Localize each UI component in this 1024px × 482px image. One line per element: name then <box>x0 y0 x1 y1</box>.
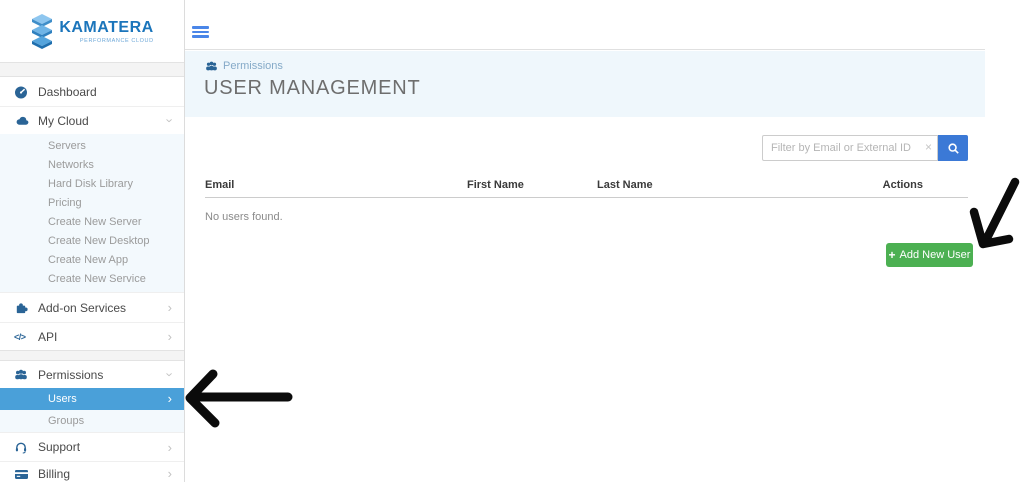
sidebar-item-label: Users <box>48 393 77 405</box>
sidebar-item-label: Billing <box>38 466 71 481</box>
sidebar-item-label: My Cloud <box>38 113 89 128</box>
permissions-submenu: Users › Groups <box>0 388 184 432</box>
sidebar-item-hard-disk-library[interactable]: Hard Disk Library <box>0 175 184 194</box>
sidebar-item-dashboard[interactable]: Dashboard <box>0 77 184 106</box>
sidebar-item-create-new-app[interactable]: Create New App <box>0 251 184 270</box>
menu-icon[interactable] <box>192 26 209 38</box>
sidebar-item-addon-services[interactable]: Add-on Services › <box>0 292 184 322</box>
column-header-email[interactable]: Email <box>205 179 234 191</box>
app-root: KAMATERA PERFORMANCE CLOUD Dashboard My … <box>0 0 1024 482</box>
sidebar-item-servers[interactable]: Servers <box>0 137 184 156</box>
users-group-icon <box>206 61 217 71</box>
sidebar-item-support[interactable]: Support › <box>0 432 184 461</box>
filter-group: × <box>762 135 968 161</box>
chevron-right-icon: › <box>167 300 172 315</box>
arrow-to-users <box>185 369 293 428</box>
code-icon: </> <box>14 331 26 342</box>
search-icon <box>947 142 959 154</box>
sidebar: KAMATERA PERFORMANCE CLOUD Dashboard My … <box>0 0 185 482</box>
my-cloud-submenu: Servers Networks Hard Disk Library Prici… <box>0 134 184 292</box>
sidebar-item-label: Dashboard <box>38 84 97 99</box>
sidebar-item-create-new-service[interactable]: Create New Service <box>0 270 184 289</box>
chevron-down-icon: › <box>162 118 178 123</box>
sidebar-item-api[interactable]: </> API › <box>0 322 184 350</box>
sidebar-item-billing[interactable]: Billing › <box>0 461 184 482</box>
sidebar-item-label: API <box>38 329 58 344</box>
chevron-right-icon: › <box>167 329 172 344</box>
sidebar-divider-strip <box>0 350 184 361</box>
empty-table-message: No users found. <box>205 211 283 223</box>
headset-icon <box>14 440 38 454</box>
puzzle-icon <box>14 301 38 315</box>
sidebar-item-create-new-server[interactable]: Create New Server <box>0 213 184 232</box>
filter-input[interactable] <box>762 135 938 161</box>
logo-brand: KAMATERA <box>59 18 154 36</box>
sidebar-item-networks[interactable]: Networks <box>0 156 184 175</box>
page-title: USER MANAGEMENT <box>204 77 421 99</box>
column-header-first-name[interactable]: First Name <box>467 179 524 191</box>
kamatera-logo-icon <box>32 14 53 49</box>
arrow-to-add-new-user <box>969 177 1020 249</box>
chevron-right-icon: › <box>167 439 172 455</box>
users-group-icon <box>14 368 38 381</box>
sidebar-item-permissions[interactable]: Permissions › <box>0 361 184 388</box>
sidebar-item-label: Permissions <box>38 367 104 382</box>
dashboard-icon <box>14 85 38 99</box>
sidebar-item-label: Support <box>38 440 81 454</box>
sidebar-item-pricing[interactable]: Pricing <box>0 194 184 213</box>
plus-icon: + <box>888 248 896 262</box>
column-header-actions: Actions <box>882 179 923 191</box>
search-button[interactable] <box>938 135 968 161</box>
chevron-right-icon: › <box>167 391 172 406</box>
topbar <box>185 0 985 50</box>
page-heading-panel: Permissions USER MANAGEMENT <box>185 51 985 117</box>
add-new-user-button[interactable]: + Add New User <box>886 243 973 267</box>
breadcrumb[interactable]: Permissions <box>205 60 283 72</box>
sidebar-item-users[interactable]: Users › <box>0 388 184 410</box>
cloud-icon <box>14 115 38 127</box>
sidebar-item-my-cloud[interactable]: My Cloud › <box>0 106 184 134</box>
users-table-header: Email First Name Last Name Actions <box>205 179 968 198</box>
logo-tagline: PERFORMANCE CLOUD <box>79 37 154 44</box>
sidebar-item-create-new-desktop[interactable]: Create New Desktop <box>0 232 184 251</box>
logo[interactable]: KAMATERA PERFORMANCE CLOUD <box>0 0 184 62</box>
sidebar-item-label: Add-on Services <box>38 300 127 315</box>
sidebar-divider-strip <box>0 62 184 77</box>
clear-icon[interactable]: × <box>925 140 932 154</box>
sidebar-nav: Dashboard My Cloud › Servers Networks Ha… <box>0 77 184 482</box>
chevron-down-icon: › <box>162 372 178 377</box>
add-new-user-label: Add New User <box>899 249 971 261</box>
credit-card-icon <box>14 468 38 480</box>
logo-text: KAMATERA PERFORMANCE CLOUD <box>59 19 153 44</box>
sidebar-item-groups[interactable]: Groups <box>0 410 184 432</box>
column-header-last-name[interactable]: Last Name <box>597 179 653 191</box>
chevron-right-icon: › <box>167 466 172 481</box>
breadcrumb-label: Permissions <box>223 60 283 72</box>
